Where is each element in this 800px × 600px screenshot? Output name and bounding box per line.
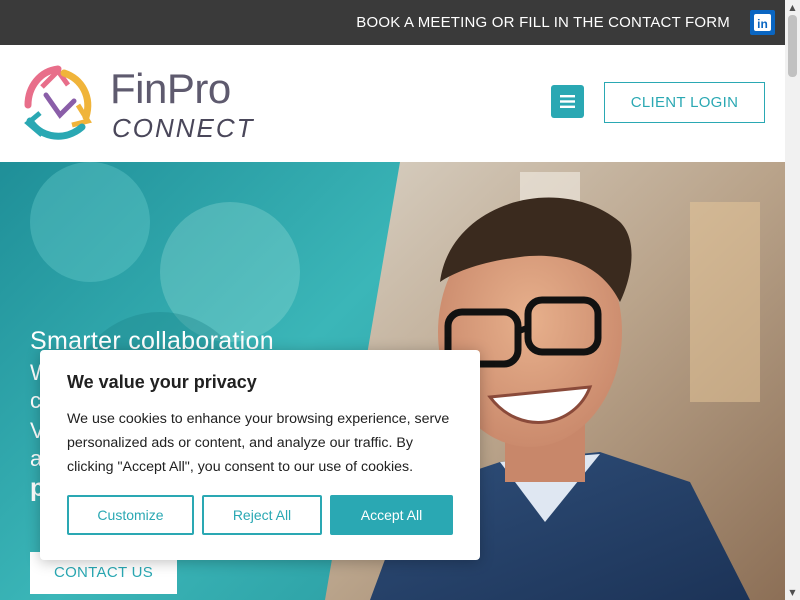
scroll-up-arrow-icon[interactable]: ▲ [785, 0, 800, 15]
menu-toggle-button[interactable] [551, 85, 584, 118]
svg-text:in: in [757, 17, 768, 31]
hamburger-icon [560, 95, 575, 108]
cookie-consent-dialog: We value your privacy We use cookies to … [40, 350, 480, 560]
cookie-title: We value your privacy [67, 372, 257, 392]
linkedin-icon[interactable]: in [750, 10, 775, 35]
scroll-thumb[interactable] [788, 15, 797, 77]
cookie-description: We use cookies to enhance your browsing … [67, 411, 450, 475]
client-login-button[interactable]: CLIENT LOGIN [604, 82, 765, 123]
book-meeting-link[interactable]: BOOK A MEETING OR FILL IN THE CONTACT FO… [356, 0, 730, 45]
accept-all-button[interactable]: Accept All [330, 495, 453, 535]
logo-subtitle: CONNECT [112, 113, 255, 143]
page-scrollbar[interactable]: ▲ ▼ [785, 0, 800, 600]
logo-mark-icon [24, 65, 92, 140]
scroll-down-arrow-icon[interactable]: ▼ [785, 585, 800, 600]
site-header: FinPro CONNECT CLIENT LOGIN [0, 45, 785, 162]
top-bar: BOOK A MEETING OR FILL IN THE CONTACT FO… [0, 0, 785, 45]
reject-all-button[interactable]: Reject All [202, 495, 322, 535]
logo-wordmark: FinPro [110, 65, 231, 112]
finpro-connect-logo[interactable]: FinPro CONNECT [20, 65, 260, 145]
customize-button[interactable]: Customize [67, 495, 194, 535]
